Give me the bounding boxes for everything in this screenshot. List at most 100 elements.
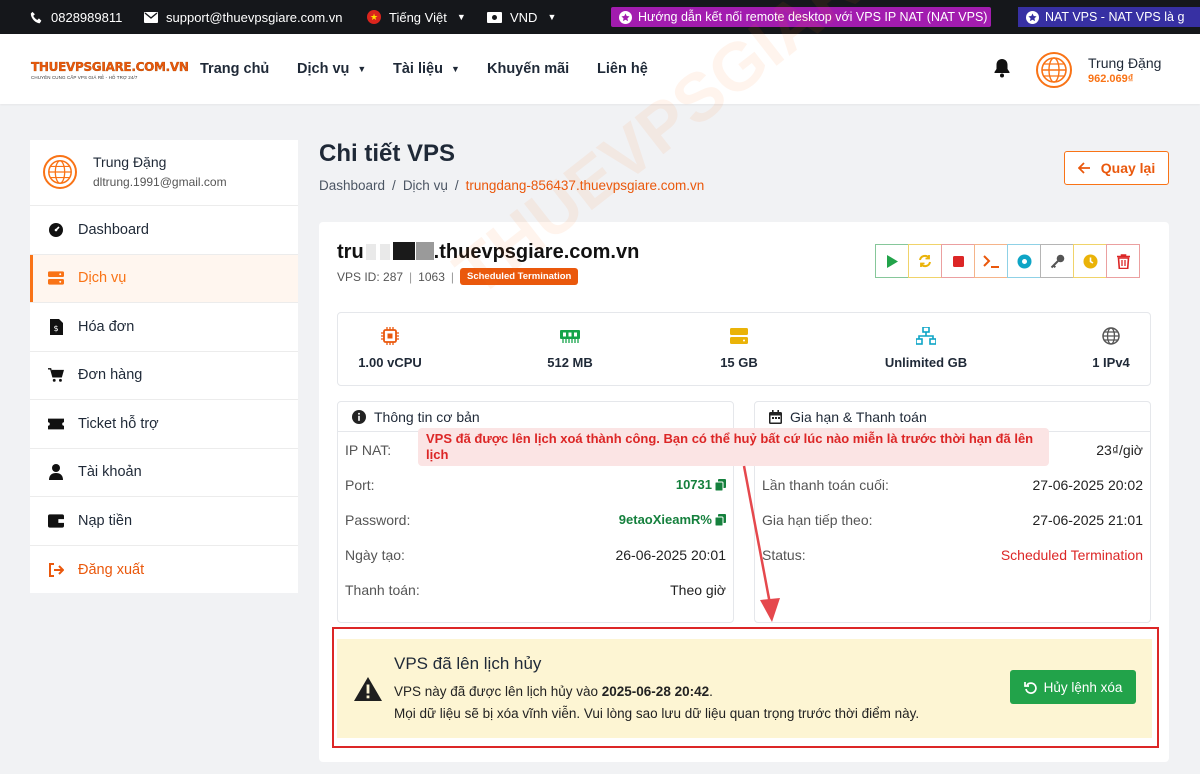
billing-type-label: Thanh toán: — [345, 581, 420, 598]
language-select[interactable]: Tiếng Việt ▼ — [367, 0, 466, 34]
star-badge-icon — [1026, 10, 1039, 24]
hostname-suffix: .thuevpsgiare.com.vn — [433, 241, 640, 263]
created-row: Ngày tạo: 26-06-2025 20:01 — [338, 537, 733, 572]
created-value: 26-06-2025 20:01 — [615, 546, 726, 563]
caret-down-icon: ▼ — [456, 12, 466, 22]
promo-link-remote-desktop[interactable]: Hướng dẫn kết nối remote desktop với VPS… — [611, 7, 991, 27]
nav-home[interactable]: Trang chủ — [200, 34, 269, 104]
play-icon — [887, 254, 898, 268]
key-icon — [1050, 254, 1064, 268]
nav-contact[interactable]: Liên hệ — [597, 34, 648, 104]
next-renewal-label: Gia hạn tiếp theo: — [762, 511, 873, 528]
sidebar-item-topup[interactable]: Nạp tiền — [30, 497, 298, 546]
breadcrumb: Dashboard / Dịch vụ / trungdang-856437.thuev… — [319, 178, 704, 193]
last-payment-row: Lần thanh toán cuối: 27-06-2025 20:02 — [755, 467, 1150, 502]
sidebar-item-account[interactable]: Tài khoản — [30, 449, 298, 497]
cancellation-alert: VPS đã lên lịch hủy VPS này đã được lên … — [337, 639, 1152, 738]
redacted-block — [379, 244, 390, 260]
notification-bell-icon[interactable] — [993, 58, 1011, 83]
language-label: Tiếng Việt — [389, 9, 447, 25]
password-label: Password: — [345, 511, 411, 528]
nav-services[interactable]: Dịch vụ ▼ — [297, 34, 366, 104]
sidebar-item-tickets[interactable]: Ticket hỗ trợ — [30, 400, 298, 449]
terminal-icon — [982, 254, 999, 268]
breadcrumb-dashboard[interactable]: Dashboard — [319, 178, 385, 193]
nav-promotions[interactable]: Khuyến mãi — [487, 34, 569, 104]
user-balance: 962.069₫ — [1088, 73, 1134, 85]
site-logo[interactable]: THUEVPSGIARE.COM.VN CHUYÊN CUNG CẤP VPS … — [31, 60, 189, 80]
nav-label: Khuyến mãi — [487, 61, 570, 77]
copy-icon[interactable] — [715, 513, 726, 526]
renew-button[interactable] — [1073, 244, 1107, 278]
breadcrumb-separator: / — [454, 178, 459, 193]
breadcrumb-services[interactable]: Dịch vụ — [403, 178, 448, 193]
reset-password-button[interactable] — [1040, 244, 1074, 278]
sidebar-item-invoices[interactable]: $ Hóa đơn — [30, 303, 298, 352]
page-title: Chi tiết VPS — [319, 140, 456, 167]
redacted-block — [365, 244, 376, 260]
spec-cpu: 1.00 vCPU — [330, 313, 450, 387]
svg-text:$: $ — [53, 324, 58, 333]
delete-button[interactable] — [1106, 244, 1140, 278]
alert-text: VPS này đã được lên lịch hủy vào — [394, 684, 602, 699]
stop-button[interactable] — [941, 244, 975, 278]
ram-value: 512 MB — [547, 355, 593, 370]
alert-schedule-line: VPS này đã được lên lịch hủy vào 2025-06… — [394, 684, 713, 699]
console-button[interactable] — [974, 244, 1008, 278]
phone-link[interactable]: 0828989811 — [30, 0, 122, 34]
created-label: Ngày tạo: — [345, 546, 405, 563]
sidebar-item-label: Dashboard — [78, 221, 149, 238]
logo-text: THUEVPSGIARE.COM.VN — [31, 60, 189, 74]
vps-meta: VPS ID: 287 | 1063 | Scheduled Terminati… — [337, 268, 579, 285]
next-renewal-row: Gia hạn tiếp theo: 27-06-2025 21:01 — [755, 502, 1150, 537]
sidebar-item-logout[interactable]: Đăng xuất — [30, 546, 298, 595]
promo-link-nat-vps[interactable]: NAT VPS - NAT VPS là g — [1018, 7, 1200, 27]
copy-icon[interactable] — [715, 478, 726, 491]
cpu-value: 1.00 vCPU — [358, 355, 422, 370]
email-link[interactable]: support@thuevpsgiare.com.vn — [144, 0, 343, 34]
vps-secondary-id: 1063 — [418, 269, 445, 284]
sidebar-item-dashboard[interactable]: Dashboard — [30, 206, 298, 255]
clock-icon — [1083, 254, 1097, 268]
info-circle-icon — [352, 409, 366, 424]
user-avatar[interactable] — [1036, 52, 1072, 88]
undo-icon — [1023, 681, 1037, 694]
arrow-left-icon — [1077, 162, 1090, 174]
restart-button[interactable] — [908, 244, 942, 278]
cancel-deletion-button[interactable]: Hủy lệnh xóa — [1010, 670, 1136, 704]
envelope-icon — [144, 11, 158, 23]
redacted-block — [415, 242, 434, 260]
sidebar-item-services[interactable]: Dịch vụ — [30, 254, 298, 303]
alert-scheduled-date: 2025-06-28 20:42 — [601, 684, 710, 699]
next-renewal-value: 27-06-2025 21:01 — [1032, 511, 1143, 528]
refresh-icon — [919, 254, 931, 268]
reinstall-button[interactable] — [1007, 244, 1041, 278]
panel-title: Gia hạn & Thanh toán — [790, 408, 927, 425]
nav-docs[interactable]: Tài liệu ▼ — [393, 34, 460, 104]
status-value: Scheduled Termination — [1000, 546, 1143, 563]
currency-select[interactable]: VND ▼ — [487, 0, 556, 34]
nav-label: Liên hệ — [597, 61, 648, 77]
network-icon — [916, 327, 936, 345]
main-navbar: THUEVPSGIARE.COM.VN CHUYÊN CUNG CẤP VPS … — [0, 34, 1200, 104]
vps-action-toolbar — [875, 244, 1140, 278]
sidebar: Trung Đặng dltrung.1991@gmail.com Dashbo… — [30, 140, 298, 593]
spec-ip: 1 IPv4 — [1051, 313, 1171, 387]
logout-icon — [48, 562, 64, 577]
back-button[interactable]: Quay lại — [1064, 151, 1169, 185]
warning-triangle-icon — [354, 677, 382, 701]
billing-type-value: Theo giờ — [670, 581, 726, 598]
cart-icon — [48, 367, 64, 383]
user-menu[interactable]: Trung Đặng 962.069₫ — [1088, 55, 1161, 85]
start-button[interactable] — [875, 244, 909, 278]
sidebar-profile: Trung Đặng dltrung.1991@gmail.com — [30, 140, 298, 206]
calendar-icon — [769, 409, 782, 424]
sidebar-user-name: Trung Đặng — [93, 154, 167, 170]
status-badge: Scheduled Termination — [460, 268, 579, 285]
sidebar-item-orders[interactable]: Đơn hàng — [30, 352, 298, 400]
sidebar-item-label: Hóa đơn — [78, 318, 135, 335]
success-toast: VPS đã được lên lịch xoá thành công. Bạn… — [418, 428, 1049, 466]
sidebar-item-label: Đơn hàng — [78, 367, 143, 384]
hard-drive-icon — [730, 327, 748, 345]
user-avatar — [43, 155, 77, 189]
